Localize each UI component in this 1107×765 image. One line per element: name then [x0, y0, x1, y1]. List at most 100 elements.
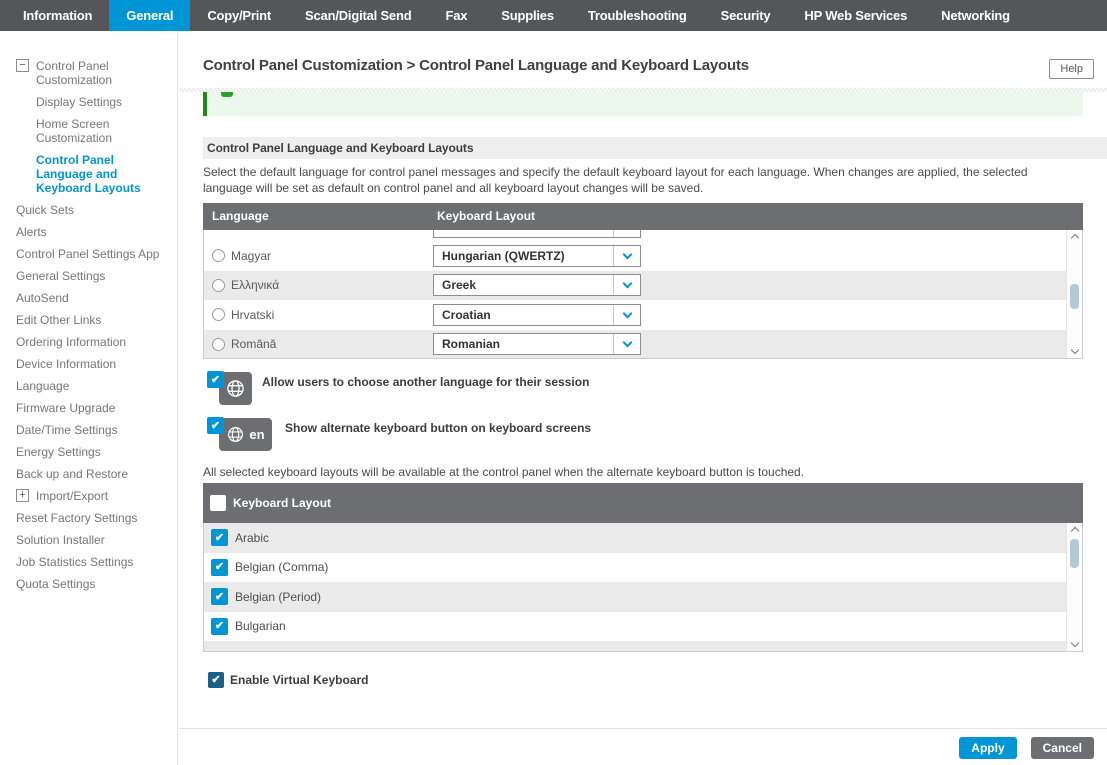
keyboard-layout-checkbox[interactable] — [211, 588, 228, 605]
keyboard-layout-select[interactable]: Greek — [433, 274, 641, 296]
scrollbar-thumb[interactable] — [1070, 539, 1079, 568]
select-all-checkbox[interactable] — [210, 495, 226, 511]
sidebar-item-language[interactable]: Language — [0, 375, 177, 397]
keyboard-row-bulgarian: Bulgarian — [204, 612, 1066, 642]
sidebar-item-quick-sets[interactable]: Quick Sets — [0, 199, 177, 221]
alternate-keyboard-checkbox[interactable] — [207, 417, 224, 434]
nav-tab-scan-digital-send[interactable]: Scan/Digital Send — [288, 0, 428, 31]
sidebar-item-import-export[interactable]: +Import/Export — [0, 485, 177, 507]
nav-tab-copy-print[interactable]: Copy/Print — [190, 0, 288, 31]
language-radio[interactable] — [212, 249, 225, 262]
sidebar-item-label: General Settings — [16, 269, 169, 283]
keyboard-layout-select[interactable]: Hungarian (QWERTZ) — [433, 245, 641, 267]
sidebar-item-autosend[interactable]: AutoSend — [0, 287, 177, 309]
sidebar-item-label: Date/Time Settings — [16, 423, 169, 437]
sidebar-item-control-panel-language-and-keyboard-layouts[interactable]: Control Panel Language and Keyboard Layo… — [0, 149, 177, 199]
keyboard-layout-checkbox[interactable] — [211, 529, 228, 546]
nav-tab-troubleshooting[interactable]: Troubleshooting — [571, 0, 704, 31]
sidebar-item-alerts[interactable]: Alerts — [0, 221, 177, 243]
sidebar-item-edit-other-links[interactable]: Edit Other Links — [0, 309, 177, 331]
nav-tab-supplies[interactable]: Supplies — [484, 0, 571, 31]
language-table-header: Language Keyboard Layout — [203, 203, 1083, 230]
keyboard-layout-label: Belgian (Period) — [235, 590, 321, 604]
keyboard-layout-checkbox[interactable] — [211, 559, 228, 576]
help-button[interactable]: Help — [1049, 59, 1094, 79]
keyboard-table-scrollbar[interactable] — [1066, 523, 1082, 651]
language-radio[interactable] — [212, 338, 225, 351]
partially-scrolled-row — [204, 641, 1066, 651]
sidebar-item-ordering-information[interactable]: Ordering Information — [0, 331, 177, 353]
language-row-rom-n: RomânăRomanian — [204, 330, 1066, 359]
nav-tab-security[interactable]: Security — [704, 0, 788, 31]
sidebar-item-energy-settings[interactable]: Energy Settings — [0, 441, 177, 463]
keyboard-layout-select[interactable]: Croatian — [433, 304, 641, 326]
nav-tab-information[interactable]: Information — [6, 0, 109, 31]
nav-tab-networking[interactable]: Networking — [924, 0, 1027, 31]
keyboard-layout-value: Croatian — [442, 308, 491, 322]
collapse-icon[interactable]: − — [16, 59, 29, 72]
virtual-keyboard-checkbox[interactable] — [208, 672, 224, 688]
main-content: Control Panel Customization > Control Pa… — [179, 31, 1107, 765]
language-table-body-rows: MagyarHungarian (QWERTZ)ΕλληνικάGreekHrv… — [204, 230, 1066, 358]
scrollbar-thumb[interactable] — [1070, 284, 1079, 309]
keyboard-table-body-rows: ArabicBelgian (Comma)Belgian (Period)Bul… — [204, 523, 1066, 651]
sidebar-item-label: Display Settings — [36, 95, 169, 109]
virtual-keyboard-option: Enable Virtual Keyboard — [208, 672, 369, 688]
sidebar-item-home-screen-customization[interactable]: Home Screen Customization — [0, 113, 177, 149]
globe-icon — [226, 425, 245, 444]
sidebar-item-label: Reset Factory Settings — [16, 511, 169, 525]
apply-button[interactable]: Apply — [959, 737, 1016, 759]
sidebar-item-display-settings[interactable]: Display Settings — [0, 91, 177, 113]
keyboard-table-body: ArabicBelgian (Comma)Belgian (Period)Bul… — [203, 523, 1083, 652]
keyboard-layout-select[interactable]: Romanian — [433, 333, 641, 355]
nav-tab-hp-web-services[interactable]: HP Web Services — [787, 0, 924, 31]
language-table-scrollbar[interactable] — [1066, 230, 1082, 358]
keyboard-row-arabic: Arabic — [204, 523, 1066, 553]
nav-tab-fax[interactable]: Fax — [428, 0, 484, 31]
scroll-down-icon[interactable] — [1067, 638, 1082, 651]
sidebar-item-solution-installer[interactable]: Solution Installer — [0, 529, 177, 551]
language-table-body: MagyarHungarian (QWERTZ)ΕλληνικάGreekHrv… — [203, 230, 1083, 359]
sidebar-item-firmware-upgrade[interactable]: Firmware Upgrade — [0, 397, 177, 419]
hp-ews-window: InformationGeneralCopy/PrintScan/Digital… — [0, 0, 1107, 765]
nav-tab-general[interactable]: General — [109, 0, 190, 31]
sidebar-item-label: Quota Settings — [16, 577, 169, 591]
sidebar-item-reset-factory-settings[interactable]: Reset Factory Settings — [0, 507, 177, 529]
keyboard-layout-checkbox[interactable] — [211, 618, 228, 635]
sidebar-item-label: Firmware Upgrade — [16, 401, 169, 415]
language-radio[interactable] — [212, 308, 225, 321]
section-description: Select the default language for control … — [203, 164, 1077, 196]
partially-scrolled-row — [204, 230, 1066, 241]
sidebar-item-control-panel-customization[interactable]: −Control Panel Customization — [0, 55, 177, 91]
sidebar-item-label: AutoSend — [16, 291, 169, 305]
sidebar-item-general-settings[interactable]: General Settings — [0, 265, 177, 287]
sidebar-item-quota-settings[interactable]: Quota Settings — [0, 573, 177, 595]
chevron-down-icon — [613, 334, 640, 354]
sidebar-item-control-panel-settings-app[interactable]: Control Panel Settings App — [0, 243, 177, 265]
globe-en-button[interactable]: en — [219, 418, 272, 451]
sidebar-nav: −Control Panel Customization Display Sett… — [0, 31, 178, 765]
scroll-down-icon[interactable] — [1067, 345, 1082, 358]
scroll-up-icon[interactable] — [1067, 523, 1082, 536]
language-radio[interactable] — [212, 279, 225, 292]
chevron-down-icon — [613, 246, 640, 266]
sidebar-item-label: Back up and Restore — [16, 467, 169, 481]
allow-language-checkbox[interactable] — [207, 371, 224, 388]
keyboard-table-header: Keyboard Layout — [203, 483, 1083, 523]
sidebar-item-label: Solution Installer — [16, 533, 169, 547]
scroll-up-icon[interactable] — [1067, 230, 1082, 243]
sidebar-item-label: Device Information — [16, 357, 169, 371]
success-icon — [221, 92, 233, 97]
expand-icon[interactable]: + — [16, 489, 29, 502]
sidebar-item-date-time-settings[interactable]: Date/Time Settings — [0, 419, 177, 441]
allow-language-label: Allow users to choose another language f… — [262, 375, 589, 389]
keyboard-layout-label: Bulgarian — [235, 619, 286, 633]
sidebar-item-back-up-and-restore[interactable]: Back up and Restore — [0, 463, 177, 485]
sidebar-item-label: Edit Other Links — [16, 313, 169, 327]
language-row-: ΕλληνικάGreek — [204, 271, 1066, 301]
language-row-hrvatski: HrvatskiCroatian — [204, 300, 1066, 330]
cancel-button[interactable]: Cancel — [1031, 737, 1094, 759]
column-header-language: Language — [212, 203, 269, 230]
sidebar-item-device-information[interactable]: Device Information — [0, 353, 177, 375]
sidebar-item-job-statistics-settings[interactable]: Job Statistics Settings — [0, 551, 177, 573]
